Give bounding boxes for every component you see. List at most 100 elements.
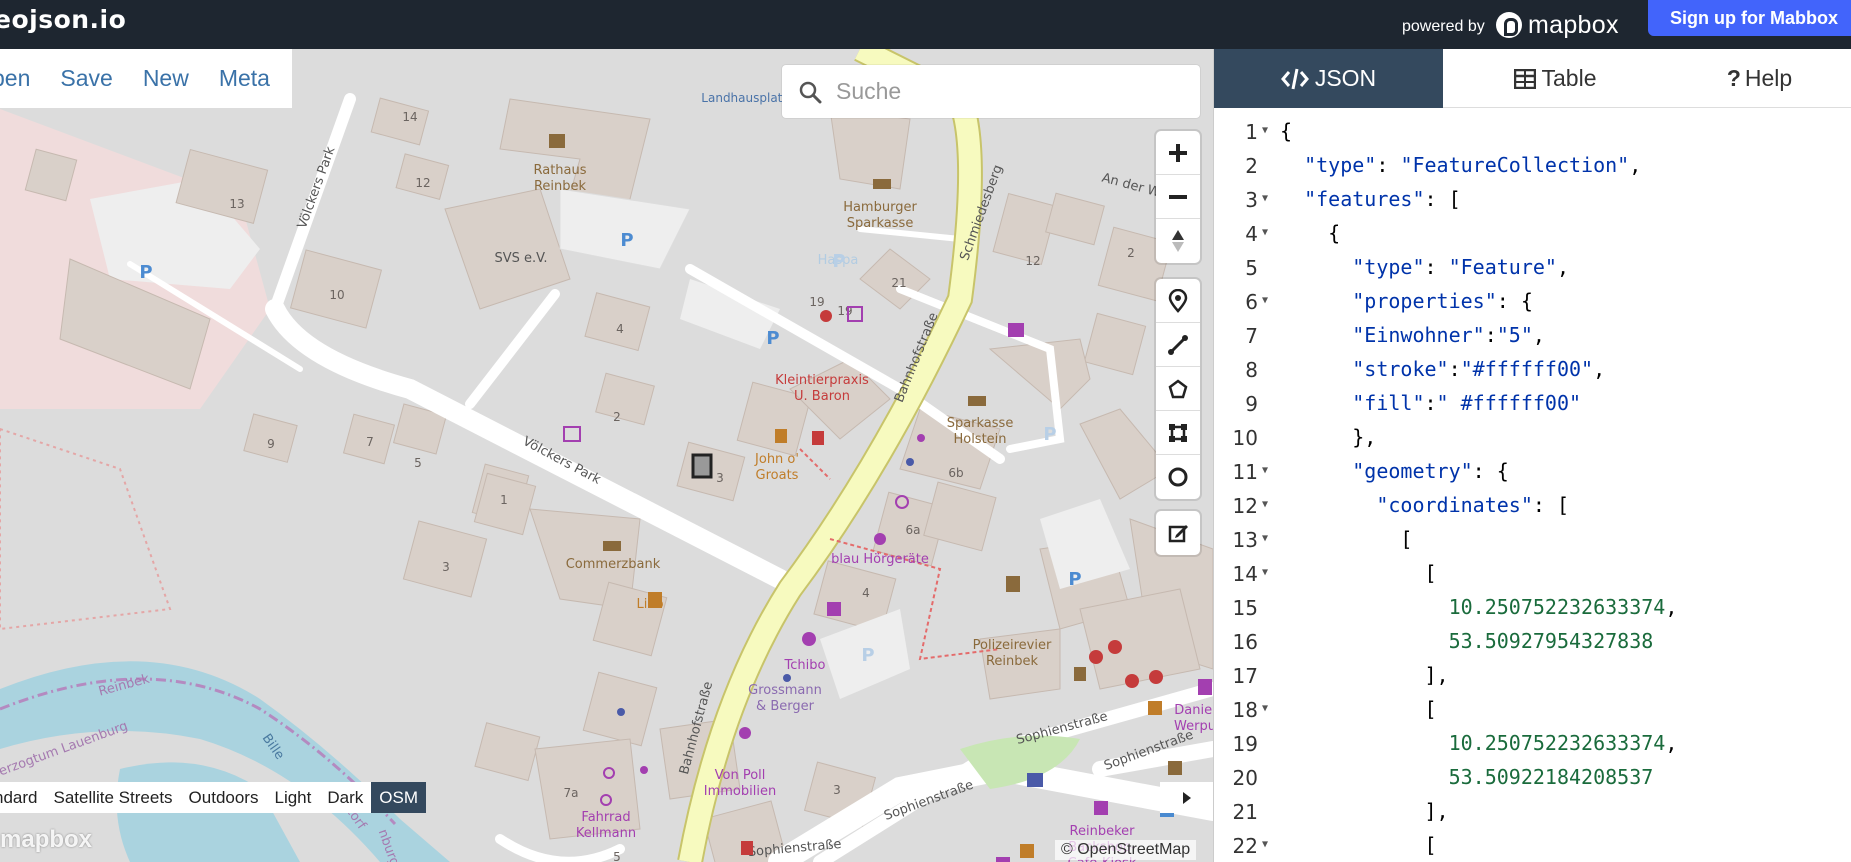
editor-line[interactable]: 20 53.50922184208537 [1214,762,1851,796]
marker-icon [1168,288,1188,313]
draw-rectangle-button[interactable] [1156,411,1200,455]
line-number: 12 [1232,494,1258,518]
circle-icon [1168,467,1188,487]
svg-text:6a: 6a [906,523,921,537]
svg-text:12: 12 [415,176,430,190]
fold-arrow-icon[interactable]: ▼ [1262,465,1268,476]
editor-line[interactable]: 3 ▼ "features": [ [1214,184,1851,218]
draw-polygon-button[interactable] [1156,367,1200,411]
fold-arrow-icon[interactable]: ▼ [1262,703,1268,714]
editor-line[interactable]: 15 10.250752232633374, [1214,592,1851,626]
code-text: [ [1280,833,1437,857]
new-menu-item[interactable]: New [143,65,189,92]
style-satellite-streets[interactable]: Satellite Streets [45,782,180,813]
svg-text:5: 5 [613,850,621,862]
editor-line[interactable]: 1 ▼ { [1214,116,1851,150]
draw-line-button[interactable] [1156,323,1200,367]
line-number: 17 [1232,664,1258,688]
editor-line[interactable]: 9 "fill":" #ffffff00" [1214,388,1851,422]
code-text: { [1280,119,1293,143]
tab-help[interactable]: ? Help [1667,49,1851,108]
svg-text:Commerzbank: Commerzbank [566,557,661,572]
draw-circle-button[interactable] [1156,455,1200,499]
svg-text:4: 4 [862,586,870,600]
editor-line[interactable]: 16 53.50927954327838 [1214,626,1851,660]
editor-line[interactable]: 14 ▼ [ [1214,558,1851,592]
search-input[interactable] [836,78,1166,105]
fold-arrow-icon[interactable]: ▼ [1262,125,1268,136]
signup-button[interactable]: Sign up for Mabbox [1648,0,1851,36]
editor-line[interactable]: 6 ▼ "properties": { [1214,286,1851,320]
line-number: 4 [1245,222,1258,246]
editor-line[interactable]: 21 ], [1214,796,1851,830]
fold-arrow-icon[interactable]: ▼ [1262,193,1268,204]
fold-arrow-icon[interactable]: ▼ [1262,227,1268,238]
brand-title[interactable]: eojson.io [0,5,126,34]
svg-text:U. Baron: U. Baron [794,389,850,404]
code-text: "type": "Feature", [1352,255,1570,279]
tab-table-label: Table [1541,65,1597,91]
editor-line[interactable]: 12 ▼ "coordinates": [ [1214,490,1851,524]
mapbox-mark-icon [1496,12,1522,38]
line-number: 7 [1245,324,1258,348]
line-number: 6 [1245,290,1258,314]
tab-table[interactable]: Table [1443,49,1667,108]
meta-menu-item[interactable]: Meta [219,65,270,92]
fold-arrow-icon[interactable]: ▼ [1262,567,1268,578]
editor-line[interactable]: 11 ▼ "geometry": { [1214,456,1851,490]
json-editor[interactable]: 1 ▼ {2 "type": "FeatureCollection", 3 ▼ "fea… [1214,108,1851,862]
editor-line[interactable]: 5 "type": "Feature", [1214,252,1851,286]
svg-text:1: 1 [500,493,508,507]
svg-text:6b: 6b [948,466,963,480]
style-osm[interactable]: OSM [371,782,426,813]
fold-arrow-icon[interactable]: ▼ [1262,839,1268,850]
style-light[interactable]: Light [266,782,319,813]
draw-marker-button[interactable] [1156,279,1200,323]
fold-arrow-icon[interactable]: ▼ [1262,499,1268,510]
editor-line[interactable]: 7 "Einwohner":"5", [1214,320,1851,354]
editor-line[interactable]: 13 ▼ [ [1214,524,1851,558]
editor-line[interactable]: 2 "type": "FeatureCollection", [1214,150,1851,184]
svg-text:Grossmann: Grossmann [748,683,822,698]
code-text: }, [1280,425,1377,449]
style-dark[interactable]: Dark [319,782,371,813]
compass-button[interactable] [1156,219,1200,263]
collapse-panel-button[interactable] [1160,782,1213,813]
svg-text:blau Hörgeräte: blau Hörgeräte [831,552,929,567]
map-attribution[interactable]: © OpenStreetMap [1055,840,1197,860]
svg-text:Hamburger: Hamburger [843,200,917,215]
style-outdoors[interactable]: Outdoors [181,782,267,813]
zoom-in-button[interactable] [1156,131,1200,175]
edit-toolbar [1156,511,1200,555]
editor-line[interactable]: 17 ], [1214,660,1851,694]
zoom-out-button[interactable] [1156,175,1200,219]
svg-text:Holstein: Holstein [953,432,1006,447]
table-icon [1513,68,1536,89]
edit-button[interactable] [1156,511,1200,555]
editor-line[interactable]: 22 ▼ [ [1214,830,1851,862]
line-number: 21 [1232,800,1258,824]
draw-toolbar [1156,279,1200,499]
mapbox-map-logo-text: mapbox [0,826,93,853]
style-standard[interactable]: ndard [0,782,45,813]
fold-arrow-icon[interactable]: ▼ [1262,533,1268,544]
fold-arrow-icon[interactable]: ▼ [1262,295,1268,306]
tab-json[interactable]: JSON [1214,49,1443,108]
editor-line[interactable]: 19 10.250752232633374, [1214,728,1851,762]
code-text: 10.250752232633374, [1448,731,1678,755]
code-text: [ [1280,697,1437,721]
svg-text:P: P [620,230,633,251]
editor-line[interactable]: 10 }, [1214,422,1851,456]
mapbox-map-logo[interactable]: mapbox [0,826,92,854]
map-canvas[interactable]: Landhausplatz Baumgarten Rathaus Reinbek… [0,49,1213,862]
editor-line[interactable]: 4 ▼ { [1214,218,1851,252]
open-menu-item[interactable]: pen [0,65,30,92]
editor-line[interactable]: 8 "stroke":"#ffffff00", [1214,354,1851,388]
save-menu-item[interactable]: Save [60,65,112,92]
svg-text:10: 10 [329,288,344,302]
svg-text:Groats: Groats [756,468,799,483]
code-text: "geometry": { [1352,459,1509,483]
line-number: 16 [1232,630,1258,654]
tab-help-label: Help [1744,65,1793,91]
editor-line[interactable]: 18 ▼ [ [1214,694,1851,728]
